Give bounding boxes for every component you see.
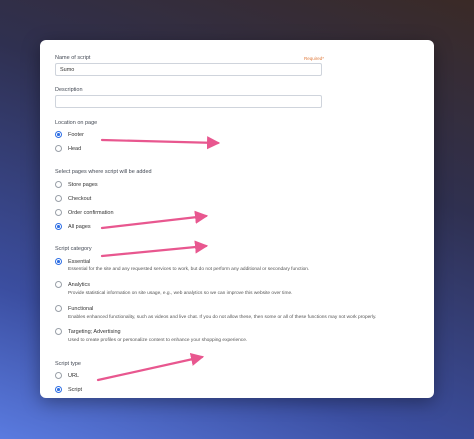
description-label: Description <box>55 87 83 93</box>
radio-order-confirmation[interactable] <box>55 209 62 216</box>
location-option-footer[interactable]: Footer <box>55 131 84 138</box>
pages-option-checkout[interactable]: Checkout <box>55 195 91 202</box>
radio-store-pages[interactable] <box>55 181 62 188</box>
option-label: Head <box>68 145 82 152</box>
location-label: Location on page <box>55 120 98 126</box>
script-name-input[interactable]: Sumo <box>55 63 322 76</box>
option-label: Targeting; Advertising <box>68 328 121 335</box>
radio-all-pages[interactable] <box>55 223 62 230</box>
radio-analytics[interactable] <box>55 281 62 288</box>
option-label: Essential <box>68 258 91 265</box>
script-type-label: Script type <box>55 361 81 367</box>
name-of-script-label: Name of script <box>55 55 91 61</box>
required-indicator: Required* <box>303 56 324 61</box>
pages-option-order-confirmation[interactable]: Order confirmation <box>55 209 114 216</box>
script-type-option-url[interactable]: URL <box>55 372 79 379</box>
pages-label: Select pages where script will be added <box>55 169 152 175</box>
pages-option-store-pages[interactable]: Store pages <box>55 181 98 188</box>
pages-option-all-pages[interactable]: All pages <box>55 223 91 230</box>
option-label: Order confirmation <box>68 209 114 216</box>
radio-targeting[interactable] <box>55 328 62 335</box>
radio-functional[interactable] <box>55 305 62 312</box>
option-label: URL <box>68 372 80 379</box>
category-option-essential[interactable]: Essential <box>55 258 90 265</box>
functional-description: Enables enhanced functionality, such as … <box>68 315 377 320</box>
radio-checkout[interactable] <box>55 195 62 202</box>
radio-url[interactable] <box>55 372 62 379</box>
option-label: All pages <box>68 223 91 230</box>
description-input[interactable] <box>55 95 322 108</box>
category-option-functional[interactable]: Functional <box>55 305 93 312</box>
essential-description: Essential for the site and any requested… <box>68 267 310 272</box>
radio-script[interactable] <box>55 386 62 393</box>
radio-essential[interactable] <box>55 258 62 265</box>
location-option-head[interactable]: Head <box>55 145 81 152</box>
script-type-option-script[interactable]: Script <box>55 386 82 393</box>
option-label: Checkout <box>68 195 92 202</box>
option-label: Store pages <box>68 181 98 188</box>
option-label: Script <box>68 386 83 393</box>
targeting-description: Used to create profiles or personalize c… <box>68 338 248 343</box>
option-label: Functional <box>68 305 94 312</box>
script-form-panel: Name of script Required* Sumo Descriptio… <box>40 40 434 398</box>
category-option-targeting[interactable]: Targeting; Advertising <box>55 328 121 335</box>
radio-footer[interactable] <box>55 131 62 138</box>
radio-head[interactable] <box>55 145 62 152</box>
category-option-analytics[interactable]: Analytics <box>55 281 90 288</box>
analytics-description: Provide statistical information on site … <box>68 291 293 296</box>
option-label: Analytics <box>68 281 91 288</box>
option-label: Footer <box>68 131 84 138</box>
category-label: Script category <box>55 246 92 252</box>
